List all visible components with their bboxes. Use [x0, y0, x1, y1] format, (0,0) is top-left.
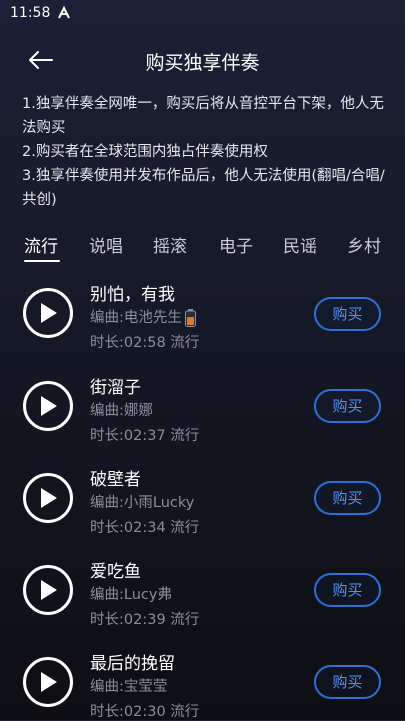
song-composer: 编曲:宝莹莹: [90, 679, 168, 695]
play-button[interactable]: [23, 657, 73, 707]
tab-rap[interactable]: 说唱: [89, 232, 123, 257]
play-button[interactable]: [23, 473, 73, 523]
play-button[interactable]: [23, 288, 73, 338]
song-composer: 编曲:小雨Lucky: [90, 495, 195, 511]
song-title: 别怕，有我: [90, 285, 175, 305]
purchase-notes: 1.独享伴奏全网唯一，购买后将从音控平台下架，他人无法购买 2.购买者在全球范围…: [22, 92, 392, 212]
song-title: 街溜子: [90, 378, 141, 398]
play-icon: [41, 488, 57, 508]
tab-electronic[interactable]: 电子: [219, 232, 253, 257]
song-meta: 时长:02:58 流行: [90, 335, 200, 351]
app-notification-icon: [58, 6, 70, 19]
song-title: 爱吃鱼: [90, 562, 141, 582]
buy-button[interactable]: 购买: [314, 297, 381, 331]
song-title: 最后的挽留: [90, 654, 175, 674]
song-composer: 编曲:Lucy弗: [90, 587, 172, 603]
song-meta: 时长:02:39 流行: [90, 612, 200, 628]
tab-rock[interactable]: 摇滚: [153, 232, 187, 257]
note-line-3: 3.独享伴奏使用并发布作品后，他人无法使用(翻唱/合唱/共创): [22, 168, 385, 208]
tab-folk[interactable]: 民谣: [283, 232, 317, 257]
song-item: 最后的挽留 编曲:宝莹莹 时长:02:30 流行 购买: [0, 641, 405, 720]
header: 购买独享伴奏: [0, 36, 405, 84]
song-item: 别怕，有我 编曲:电池先生 时长:02:58 流行 购买: [0, 272, 405, 364]
buy-button[interactable]: 购买: [314, 573, 381, 607]
status-time: 11:58: [10, 5, 51, 21]
song-title: 破壁者: [90, 470, 141, 490]
song-item: 爱吃鱼 编曲:Lucy弗 时长:02:39 流行 购买: [0, 549, 405, 641]
play-icon: [41, 303, 57, 323]
song-meta: 时长:02:37 流行: [90, 428, 200, 444]
status-bar: 11:58: [0, 0, 405, 28]
active-tab-indicator: [24, 260, 60, 262]
note-line-2: 2.购买者在全球范围内独占伴奏使用权: [22, 144, 268, 160]
genre-tabs: 流行 说唱 摇滚 电子 民谣 乡村: [0, 232, 405, 268]
song-item: 破壁者 编曲:小雨Lucky 时长:02:34 流行 购买: [0, 457, 405, 549]
play-icon: [41, 396, 57, 416]
play-icon: [41, 580, 57, 600]
song-meta: 时长:02:30 流行: [90, 704, 200, 720]
song-item: 街溜子 编曲:娜娜 时长:02:37 流行 购买: [0, 365, 405, 457]
battery-emoji-icon: [184, 309, 196, 327]
tab-country[interactable]: 乡村: [347, 232, 381, 257]
buy-button[interactable]: 购买: [314, 481, 381, 515]
note-line-1: 1.独享伴奏全网唯一，购买后将从音控平台下架，他人无法购买: [22, 96, 384, 136]
buy-button[interactable]: 购买: [314, 665, 381, 699]
play-icon: [41, 672, 57, 692]
song-composer-row: 编曲:电池先生: [90, 306, 196, 327]
play-button[interactable]: [23, 565, 73, 615]
song-meta: 时长:02:34 流行: [90, 520, 200, 536]
song-composer: 编曲:电池先生: [90, 310, 182, 326]
play-button[interactable]: [23, 381, 73, 431]
tab-pop[interactable]: 流行: [24, 232, 58, 257]
page-title: 购买独享伴奏: [145, 52, 260, 74]
buy-button[interactable]: 购买: [314, 389, 381, 423]
song-composer: 编曲:娜娜: [90, 403, 153, 419]
